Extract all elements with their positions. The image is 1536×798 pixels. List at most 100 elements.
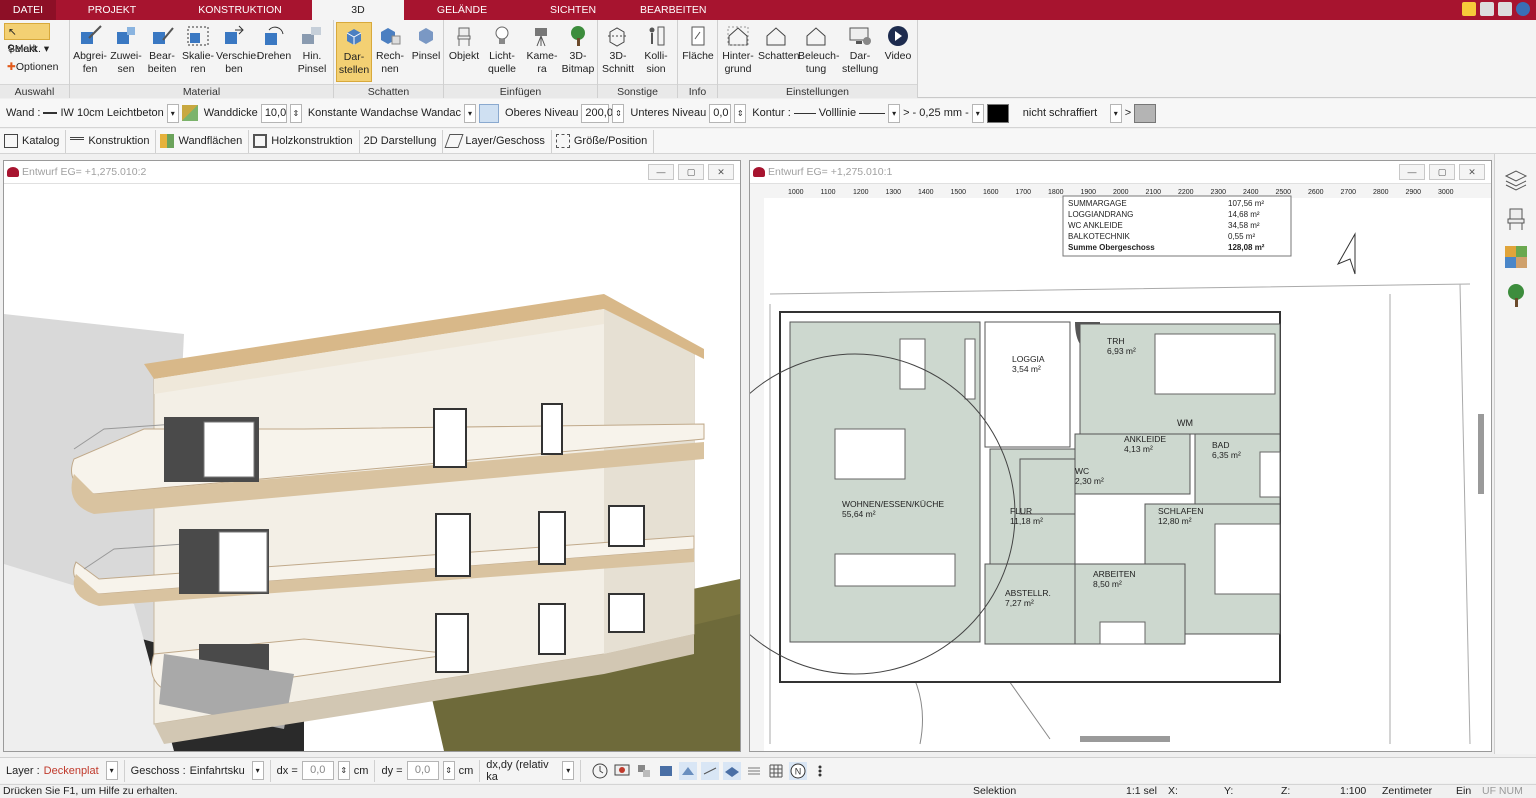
drehen-button[interactable]: Drehen — [256, 22, 292, 82]
snap-icon[interactable] — [679, 761, 698, 780]
selekt-button[interactable]: ↖ Selekt — [4, 23, 50, 55]
beleuchtung-button[interactable]: Beleuch- tung — [798, 22, 839, 82]
3d-schnitt-button[interactable]: 3D- Schnitt — [600, 22, 636, 82]
schraffur-more[interactable]: > — [1125, 107, 1131, 119]
view-2d-maximize-button[interactable]: ▢ — [1429, 164, 1455, 180]
oberes-niveau-input[interactable]: 200,0 — [581, 103, 613, 123]
mark-button[interactable]: ⚲Mark. ▾ — [4, 41, 52, 58]
abgreifen-button[interactable]: Abgrei- fen — [72, 22, 108, 82]
room-area-label: 6,35 m² — [1212, 450, 1241, 460]
3d-bitmap-button[interactable]: 3D- Bitmap — [560, 22, 596, 82]
tab-datei[interactable]: DATEI — [0, 0, 56, 20]
unteres-niveau-spinner[interactable]: ⇕ — [734, 103, 747, 123]
kollision-button[interactable]: Kolli- sion — [638, 22, 674, 82]
kontur-more-1[interactable]: > — [903, 107, 909, 119]
katalog-button[interactable]: Katalog — [0, 129, 67, 153]
stroke-dropdown[interactable]: ▾ — [971, 103, 984, 123]
north-toggle-icon[interactable]: N — [789, 761, 808, 780]
coord-mode-select[interactable]: dx,dy (relativ ka — [486, 759, 558, 783]
verschieben-button[interactable]: Verschie- ben — [216, 22, 260, 82]
dx-input[interactable]: 0,0 — [301, 761, 334, 780]
tab-gelaende[interactable]: GELÄNDE — [404, 0, 520, 20]
schraffur-dropdown[interactable]: ▾ — [1109, 103, 1122, 123]
lichtquelle-button[interactable]: Licht- quelle — [484, 22, 520, 82]
kamera-button[interactable]: Kame- ra — [524, 22, 560, 82]
wanddicke-spinner[interactable]: ⇕ — [289, 103, 302, 123]
view-3d-minimize-button[interactable]: — — [648, 164, 674, 180]
wandachse-dropdown[interactable]: ▾ — [464, 103, 477, 123]
schatten-pinsel-button[interactable]: Pinsel — [408, 22, 444, 82]
view-3d-close-button[interactable]: ✕ — [708, 164, 734, 180]
tab-3d[interactable]: 3D — [312, 0, 404, 20]
legend-room-name: SUMMARGAGE — [1068, 199, 1127, 208]
layer-select[interactable]: Deckenplat — [44, 765, 102, 777]
darstellung-button[interactable]: Dar- stellung — [842, 22, 878, 82]
skalieren-button[interactable]: Skalie- ren — [180, 22, 216, 82]
plan-hscroll-thumb[interactable] — [1080, 736, 1170, 742]
wand-dropdown[interactable]: ▾ — [166, 103, 179, 123]
view-2d-close-button[interactable]: ✕ — [1459, 164, 1485, 180]
geschoss-dropdown[interactable]: ▾ — [251, 761, 264, 780]
axis-toggle-icon[interactable] — [479, 103, 500, 123]
help-icon[interactable] — [1516, 2, 1530, 16]
video-button[interactable]: Video — [880, 22, 916, 82]
einst-schatten-button[interactable]: Schatten — [758, 22, 799, 82]
dy-spinner[interactable]: ⇕ — [442, 761, 455, 780]
view-2d-minimize-button[interactable]: — — [1399, 164, 1425, 180]
view-3d-maximize-button[interactable]: ▢ — [678, 164, 704, 180]
tab-konstruktion[interactable]: KONSTRUKTION — [168, 0, 312, 20]
ruler-tick-label: 2300 — [1211, 189, 1227, 196]
plan-vscroll-thumb[interactable] — [1478, 414, 1484, 494]
bearbeiten-button[interactable]: Bear- beiten — [144, 22, 180, 82]
grid-icon[interactable] — [767, 762, 785, 780]
screen-icon[interactable] — [613, 762, 631, 780]
objects-icon[interactable] — [657, 762, 675, 780]
zuweisen-button[interactable]: Zuwei- sen — [108, 22, 144, 82]
minimize-icon[interactable] — [1480, 2, 1494, 16]
wall-material-icon[interactable] — [181, 105, 198, 121]
rechnen-button[interactable]: Rech- nen — [372, 22, 408, 82]
materials-icon[interactable] — [1503, 244, 1529, 270]
unteres-niveau-input[interactable]: 0,0 — [709, 103, 732, 123]
dy-input[interactable]: 0,0 — [406, 761, 439, 780]
clock-icon[interactable] — [591, 762, 609, 780]
tab-sichten[interactable]: SICHTEN — [520, 0, 626, 20]
optionen-button[interactable]: ✚Optionen — [4, 59, 61, 76]
group-sonstige: 3D- Schnitt Kolli- sion Sonstige — [598, 20, 678, 98]
chair-catalog-icon[interactable] — [1503, 206, 1529, 232]
house-light-icon — [806, 27, 826, 46]
tab-bearbeiten[interactable]: BEARBEITEN — [626, 0, 707, 20]
restore-icon[interactable] — [1498, 2, 1512, 16]
dx-spinner[interactable]: ⇕ — [337, 761, 350, 780]
coord-mode-dropdown[interactable]: ▾ — [562, 761, 575, 780]
kontur-color-swatch[interactable] — [986, 103, 1009, 123]
fill-color-swatch[interactable] — [1134, 103, 1157, 123]
linie-dropdown[interactable]: ▾ — [888, 103, 901, 123]
layer-geschoss-button[interactable]: Layer/Geschoss — [443, 129, 552, 153]
layers-stack-icon[interactable] — [1503, 166, 1529, 192]
floor-plan-canvas[interactable]: 1000 1100 1200 1300 1400 1500 1600 1700 1800 1900… — [750, 184, 1491, 751]
objekt-button[interactable]: Objekt — [446, 22, 482, 82]
wanddicke-input[interactable]: 10,0 — [260, 103, 287, 123]
hintergrund-button[interactable]: Hinter- grund — [720, 22, 756, 82]
2d-darstellung-button[interactable]: 2D Darstellung — [360, 129, 444, 153]
oberes-niveau-spinner[interactable]: ⇕ — [612, 103, 625, 123]
darstellen-button[interactable]: Dar- stellen — [336, 22, 372, 82]
geschoss-select[interactable]: Einfahrtsku — [190, 765, 248, 777]
holzkonstruktion-button[interactable]: Holzkonstruktion — [249, 129, 360, 153]
more-icon[interactable] — [811, 762, 829, 780]
hin-pinsel-button[interactable]: Hin. Pinsel — [294, 22, 330, 82]
groesse-position-button[interactable]: Größe/Position — [552, 129, 655, 153]
hatch-icon[interactable] — [701, 761, 720, 780]
wandflaechen-button[interactable]: Wandflächen — [156, 129, 250, 153]
tab-projekt[interactable]: PROJEKT — [56, 0, 168, 20]
layer-dropdown[interactable]: ▾ — [105, 761, 118, 780]
group-icon[interactable] — [635, 762, 653, 780]
tools-icon[interactable] — [1462, 2, 1476, 16]
plant-catalog-icon[interactable] — [1503, 282, 1529, 308]
plane-icon[interactable] — [723, 761, 742, 780]
lines-icon[interactable] — [745, 762, 763, 780]
flaeche-button[interactable]: Fläche — [680, 22, 716, 82]
konstruktion-button[interactable]: Konstruktion — [66, 129, 157, 153]
3d-render-canvas[interactable] — [4, 184, 740, 751]
